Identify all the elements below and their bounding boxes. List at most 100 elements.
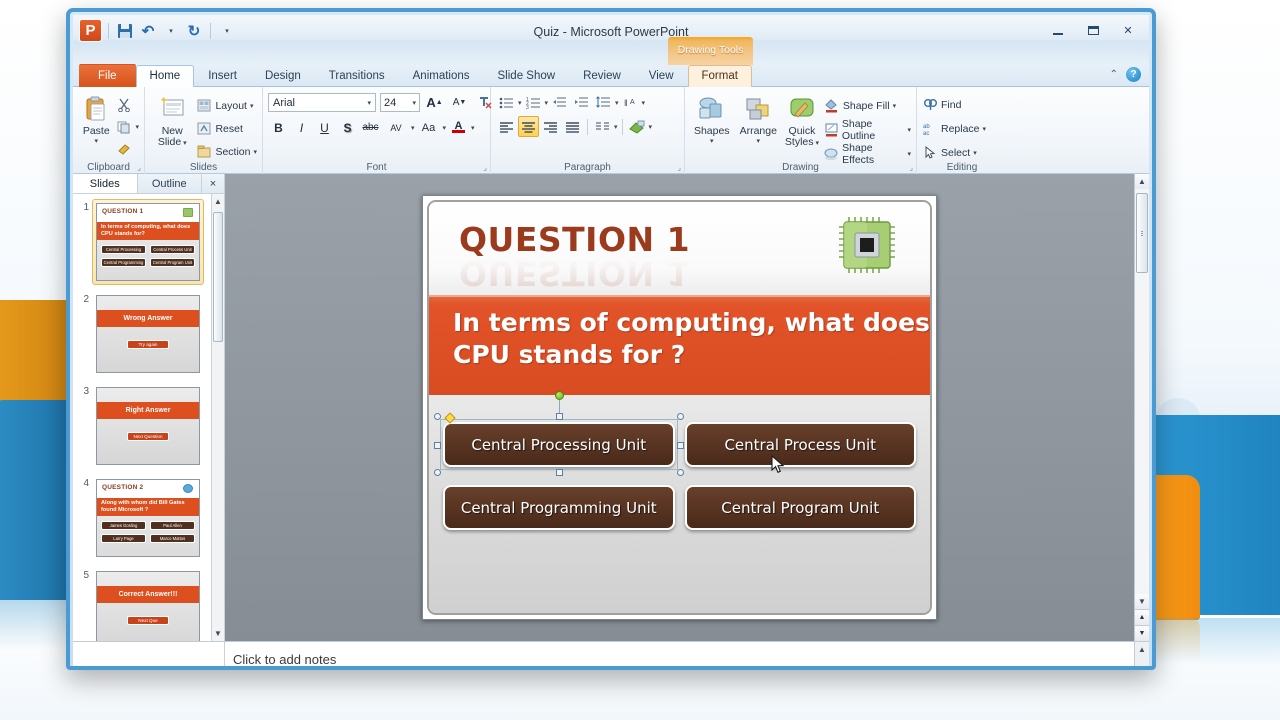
slides-scroll-thumb[interactable]: [213, 212, 223, 342]
resize-handle-top-center[interactable]: [556, 413, 563, 420]
tab-home[interactable]: Home: [136, 65, 195, 87]
quick-styles-button[interactable]: Quick Styles ▾: [783, 92, 821, 149]
shape-fill-dropdown-icon[interactable]: ▾: [893, 102, 897, 110]
shapes-dropdown-icon[interactable]: ▾: [710, 137, 714, 145]
arrange-button[interactable]: Arrange ▾: [737, 92, 781, 145]
notes-scrollbar[interactable]: ▲ ▼: [1134, 642, 1149, 670]
font-size-input[interactable]: 24 ▾: [380, 93, 420, 112]
tab-slide-show[interactable]: Slide Show: [484, 65, 570, 87]
font-color-dropdown-icon[interactable]: ▾: [471, 124, 475, 132]
font-name-input[interactable]: Arial ▾: [268, 93, 376, 112]
help-icon[interactable]: ?: [1126, 67, 1141, 82]
tab-outline[interactable]: Outline: [138, 174, 203, 193]
resize-handle-top-right[interactable]: [677, 413, 684, 420]
layout-button[interactable]: Layout ▾: [196, 95, 257, 116]
tab-insert[interactable]: Insert: [194, 65, 251, 87]
scroll-thumb[interactable]: [1136, 193, 1148, 273]
list-item[interactable]: 2 Wrong Answer Try again: [75, 292, 224, 376]
previous-slide-button[interactable]: ▲: [1135, 609, 1149, 625]
align-right-icon[interactable]: [540, 116, 561, 137]
resize-handle-middle-right[interactable]: [677, 442, 684, 449]
line-spacing-dropdown-icon[interactable]: ▾: [615, 99, 619, 107]
change-case-button[interactable]: Aa: [417, 117, 441, 138]
columns-icon[interactable]: [592, 116, 613, 137]
resize-handle-bottom-left[interactable]: [434, 469, 441, 476]
font-size-dropdown-icon[interactable]: ▾: [412, 99, 416, 107]
columns-dropdown-icon[interactable]: ▾: [614, 123, 618, 131]
answer-option-2[interactable]: Central Process Unit: [685, 422, 917, 467]
align-left-icon[interactable]: [496, 116, 517, 137]
select-button[interactable]: Select ▾: [922, 142, 977, 163]
slide-area-scrollbar[interactable]: ▲ ▼ ▲ ▼: [1134, 174, 1149, 641]
resize-handle-bottom-right[interactable]: [677, 469, 684, 476]
smartart-dropdown-icon[interactable]: ▾: [649, 123, 653, 131]
tab-view[interactable]: View: [635, 65, 688, 87]
bullets-icon[interactable]: [496, 92, 517, 113]
notes-scroll-up-icon[interactable]: ▲: [1135, 642, 1149, 657]
shrink-font-button[interactable]: A▼: [449, 92, 470, 113]
section-button[interactable]: Section ▾: [196, 141, 257, 162]
font-color-button[interactable]: A: [448, 117, 469, 138]
next-slide-button[interactable]: ▼: [1135, 625, 1149, 641]
layout-dropdown-icon[interactable]: ▾: [250, 102, 254, 110]
tab-animations[interactable]: Animations: [399, 65, 484, 87]
restore-icon[interactable]: [1080, 21, 1106, 39]
slides-scroll-down-icon[interactable]: ▼: [212, 626, 224, 641]
select-dropdown-icon[interactable]: ▾: [973, 149, 977, 157]
tab-format[interactable]: Format: [688, 65, 752, 87]
shape-fill-button[interactable]: Shape Fill ▾: [824, 95, 911, 116]
list-item[interactable]: 4 QUESTION 2 Along with whom did Bill Ga…: [75, 476, 224, 560]
text-direction-icon[interactable]: ‖A: [620, 92, 641, 113]
thumbnail-1[interactable]: QUESTION 1 In terms of computing, what d…: [93, 200, 203, 284]
shape-outline-button[interactable]: Shape Outline ▾: [824, 119, 911, 140]
replace-button[interactable]: abac Replace ▾: [922, 118, 986, 139]
scroll-track[interactable]: [1135, 189, 1149, 594]
thumbnail-2[interactable]: Wrong Answer Try again: [93, 292, 203, 376]
notes-placeholder[interactable]: Click to add notes: [233, 652, 336, 667]
font-dialog-launcher[interactable]: ⌟: [483, 163, 487, 172]
convert-to-smartart-icon[interactable]: [627, 116, 648, 137]
answer-option-3[interactable]: Central Programming Unit: [443, 485, 675, 530]
paste-dropdown-icon[interactable]: ▾: [94, 137, 98, 145]
italic-button[interactable]: I: [291, 117, 312, 138]
resize-handle-top-left[interactable]: [434, 413, 441, 420]
reset-button[interactable]: Reset: [196, 118, 257, 139]
decrease-indent-icon[interactable]: [549, 92, 570, 113]
shape-effects-dropdown-icon[interactable]: ▾: [907, 150, 911, 158]
resize-handle-middle-left[interactable]: [434, 442, 441, 449]
list-item[interactable]: 3 Right Answer Next Question: [75, 384, 224, 468]
slides-panel-scrollbar[interactable]: ▲ ▼: [211, 194, 224, 641]
shape-outline-dropdown-icon[interactable]: ▾: [907, 126, 911, 134]
strikethrough-button[interactable]: abc: [360, 117, 381, 138]
answer-option-4[interactable]: Central Program Unit: [685, 485, 917, 530]
list-item[interactable]: 5 Correct Answer!!! Next Que: [75, 568, 224, 641]
rotation-handle[interactable]: [555, 391, 564, 400]
section-dropdown-icon[interactable]: ▾: [253, 148, 257, 156]
grow-font-button[interactable]: A▲: [424, 92, 445, 113]
replace-dropdown-icon[interactable]: ▾: [983, 125, 987, 133]
copy-dropdown-icon[interactable]: ▾: [135, 123, 139, 131]
thumbnail-5[interactable]: Correct Answer!!! Next Que: [93, 568, 203, 641]
slide-editing-area[interactable]: QUESTION 1 QUESTION 1: [225, 174, 1134, 641]
close-icon[interactable]: ✕: [1115, 21, 1141, 39]
resize-handle-bottom-center[interactable]: [556, 469, 563, 476]
scroll-up-icon[interactable]: ▲: [1135, 174, 1149, 189]
new-slide-button[interactable]: New Slide ▾: [150, 92, 194, 149]
notes-pane[interactable]: Click to add notes ▲ ▼: [73, 641, 1149, 670]
find-button[interactable]: Find: [922, 94, 961, 115]
underline-button[interactable]: U: [314, 117, 335, 138]
thumbnail-4[interactable]: QUESTION 2 Along with whom did Bill Gate…: [93, 476, 203, 560]
justify-icon[interactable]: [562, 116, 583, 137]
cut-button[interactable]: [116, 94, 139, 115]
minimize-icon[interactable]: [1045, 21, 1071, 39]
thumbnail-3[interactable]: Right Answer Next Question: [93, 384, 203, 468]
paste-button[interactable]: Paste ▾: [78, 92, 114, 145]
character-spacing-button[interactable]: AV: [383, 117, 409, 138]
tab-slides[interactable]: Slides: [73, 174, 138, 193]
numbering-dropdown-icon[interactable]: ▾: [545, 99, 549, 107]
copy-button[interactable]: ▾: [116, 116, 139, 137]
shapes-button[interactable]: Shapes ▾: [690, 92, 734, 145]
tab-file[interactable]: File: [79, 64, 136, 87]
paragraph-dialog-launcher[interactable]: ⌟: [677, 163, 681, 172]
notes-scroll-down-icon[interactable]: ▼: [1135, 662, 1149, 670]
